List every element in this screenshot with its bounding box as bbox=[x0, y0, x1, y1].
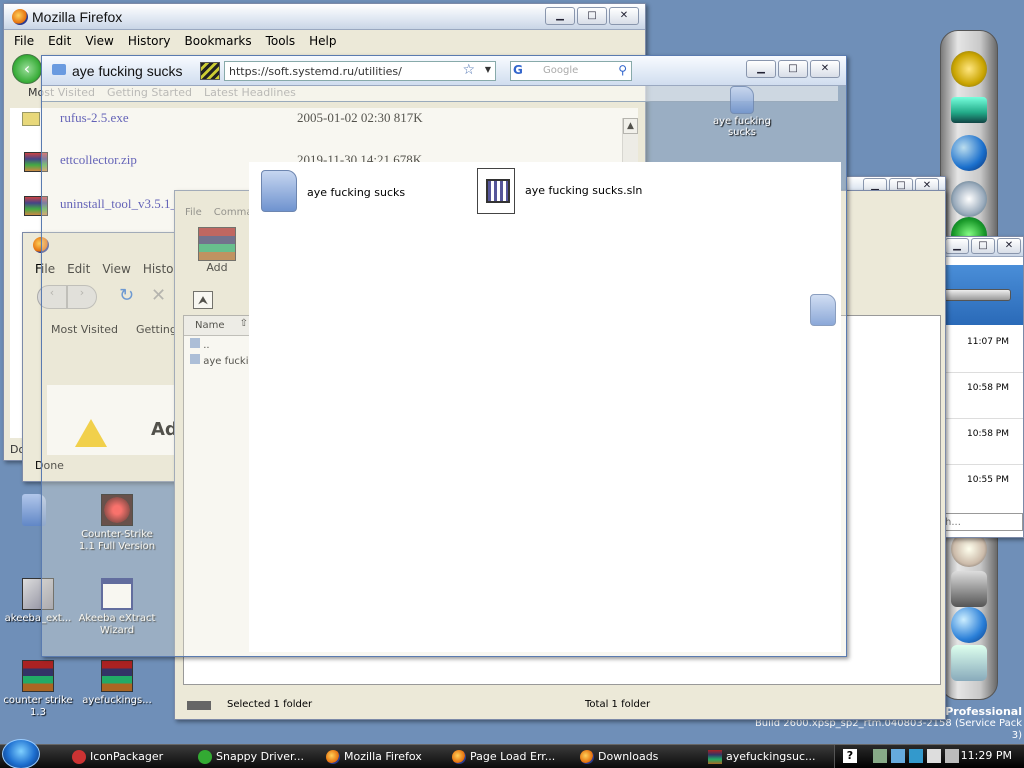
search-placeholder: Google bbox=[543, 65, 579, 76]
address-url: https://soft.systemd.ru/utilities/ bbox=[229, 65, 402, 78]
task-label: Mozilla Firefox bbox=[344, 750, 422, 763]
firefox-icon bbox=[326, 750, 340, 764]
download-time: 10:58 PM bbox=[967, 429, 1009, 439]
bookmark-star-icon[interactable]: ☆ bbox=[462, 62, 475, 78]
menu-help[interactable]: Help bbox=[309, 34, 336, 48]
dock-app-icon[interactable] bbox=[951, 51, 987, 87]
folder-icon bbox=[52, 64, 66, 75]
start-button[interactable] bbox=[2, 739, 40, 768]
firefox-icon bbox=[580, 750, 594, 764]
volume-icon[interactable] bbox=[945, 749, 959, 763]
dock-media-icon[interactable] bbox=[951, 181, 987, 217]
desktop-icon-label: counter strike 1.3 bbox=[3, 695, 73, 718]
desktop-icon-counter-strike-13[interactable]: counter strike 1.3 bbox=[0, 660, 78, 719]
dock-monitor-icon[interactable] bbox=[951, 97, 987, 123]
download-time: 11:07 PM bbox=[967, 337, 1009, 347]
taskbar-item-snappy[interactable]: Snappy Driver... bbox=[196, 747, 320, 767]
maximize-button[interactable]: □ bbox=[971, 238, 995, 254]
iconpackager-icon bbox=[72, 750, 86, 764]
menu-file[interactable]: File bbox=[14, 34, 34, 48]
download-time: 10:58 PM bbox=[967, 383, 1009, 393]
status-left: Selected 1 folder bbox=[227, 699, 313, 710]
desktop-icon-label: ayefuckings... bbox=[82, 695, 152, 706]
menu-bookmarks[interactable]: Bookmarks bbox=[185, 34, 252, 48]
rar-archive-icon bbox=[22, 660, 54, 692]
solution-file-icon bbox=[477, 168, 515, 214]
dock-printer-icon[interactable] bbox=[951, 571, 987, 607]
google-icon: G bbox=[513, 63, 523, 77]
desktop-icon-label: aye fucking sucks bbox=[713, 116, 771, 138]
drive-icon bbox=[187, 701, 211, 710]
taskbar-item-page-load-error[interactable]: Page Load Err... bbox=[450, 747, 574, 767]
tray-app-icon[interactable] bbox=[927, 749, 941, 763]
taskbar-item-downloads[interactable]: Downloads bbox=[578, 747, 698, 767]
search-icon[interactable]: ⚲ bbox=[618, 63, 627, 77]
os-build: Build 2600.xpsp_sp2_rtm.040803-2158 (Ser… bbox=[754, 718, 1022, 741]
firefox-icon bbox=[12, 9, 28, 25]
help-icon[interactable]: ? bbox=[843, 749, 857, 763]
folder-icon bbox=[810, 294, 836, 326]
system-tray: ? 11:29 PM bbox=[834, 745, 1024, 768]
close-button[interactable]: ✕ bbox=[609, 7, 639, 25]
close-button[interactable]: ✕ bbox=[810, 60, 840, 78]
desktop-shortcut-overlay[interactable]: aye fucking sucks bbox=[692, 86, 792, 150]
menu-history[interactable]: History bbox=[128, 34, 171, 48]
menu-bar: File Edit View History Bookmarks Tools H… bbox=[4, 30, 645, 52]
tray-app-icon[interactable] bbox=[873, 749, 887, 763]
window-title: aye fucking sucks bbox=[72, 63, 183, 79]
tray-app-icon[interactable] bbox=[909, 749, 923, 763]
firefox-icon bbox=[452, 750, 466, 764]
site-icon bbox=[200, 62, 220, 80]
minimize-button[interactable]: ▁ bbox=[545, 7, 575, 25]
folder-view: aye fucking sucks aye fucking sucks.sln bbox=[249, 162, 841, 652]
window-title: Mozilla Firefox bbox=[32, 9, 123, 25]
clock[interactable]: 11:29 PM bbox=[961, 749, 1012, 762]
dock-recycle-bin-icon[interactable] bbox=[951, 645, 987, 681]
task-label: ayefuckingsuc... bbox=[726, 750, 816, 763]
maximize-button[interactable]: □ bbox=[778, 60, 808, 78]
rar-archive-icon bbox=[708, 750, 722, 764]
minimize-button[interactable]: ▁ bbox=[746, 60, 776, 78]
search-box[interactable]: G Google ⚲ bbox=[510, 61, 632, 81]
minimize-button[interactable]: ▁ bbox=[945, 238, 969, 254]
task-label: Page Load Err... bbox=[470, 750, 556, 763]
address-bar[interactable]: https://soft.systemd.ru/utilities/ ☆ ▼ bbox=[224, 61, 496, 81]
folder-item-label: aye fucking sucks bbox=[307, 186, 406, 199]
dropdown-arrow-icon[interactable]: ▼ bbox=[485, 65, 491, 74]
task-label: IconPackager bbox=[90, 750, 164, 763]
titlebar: aye fucking sucks ▁ □ ✕ https://soft.sys… bbox=[42, 56, 846, 86]
task-label: Downloads bbox=[598, 750, 659, 763]
download-time: 10:55 PM bbox=[967, 475, 1009, 485]
status-bar: Selected 1 folder Total 1 folder bbox=[175, 695, 945, 717]
dock-ie-icon[interactable] bbox=[951, 607, 987, 643]
status-right: Total 1 folder bbox=[585, 699, 651, 710]
titlebar: Mozilla Firefox ▁ □ ✕ bbox=[4, 4, 645, 30]
rar-archive-icon bbox=[101, 660, 133, 692]
menu-edit[interactable]: Edit bbox=[48, 34, 71, 48]
snappy-driver-icon bbox=[198, 750, 212, 764]
taskbar-item-winrar[interactable]: ayefuckingsuc... bbox=[706, 747, 826, 767]
file-item[interactable]: aye fucking sucks.sln bbox=[477, 168, 717, 218]
dock-globe-icon[interactable] bbox=[951, 135, 987, 171]
tray-app-icon[interactable] bbox=[891, 749, 905, 763]
back-button[interactable]: ‹ bbox=[12, 54, 42, 84]
folder-icon bbox=[730, 86, 754, 114]
maximize-button[interactable]: □ bbox=[577, 7, 607, 25]
folder-icon bbox=[261, 170, 297, 212]
menu-tools[interactable]: Tools bbox=[266, 34, 296, 48]
taskbar-item-iconpackager[interactable]: IconPackager bbox=[70, 747, 190, 767]
taskbar: IconPackager Snappy Driver... Mozilla Fi… bbox=[0, 739, 1024, 768]
file-icon bbox=[22, 112, 40, 126]
task-label: Snappy Driver... bbox=[216, 750, 304, 763]
close-button[interactable]: ✕ bbox=[997, 238, 1021, 254]
folder-item[interactable]: aye fucking sucks bbox=[261, 170, 461, 216]
desktop-icon-ayefuckings[interactable]: ayefuckings... bbox=[77, 660, 157, 707]
file-item-label: aye fucking sucks.sln bbox=[525, 184, 643, 197]
menu-view[interactable]: View bbox=[85, 34, 113, 48]
explorer-window-front: aye fucking sucks ▁ □ ✕ https://soft.sys… bbox=[41, 55, 847, 657]
taskbar-item-firefox[interactable]: Mozilla Firefox bbox=[324, 747, 444, 767]
